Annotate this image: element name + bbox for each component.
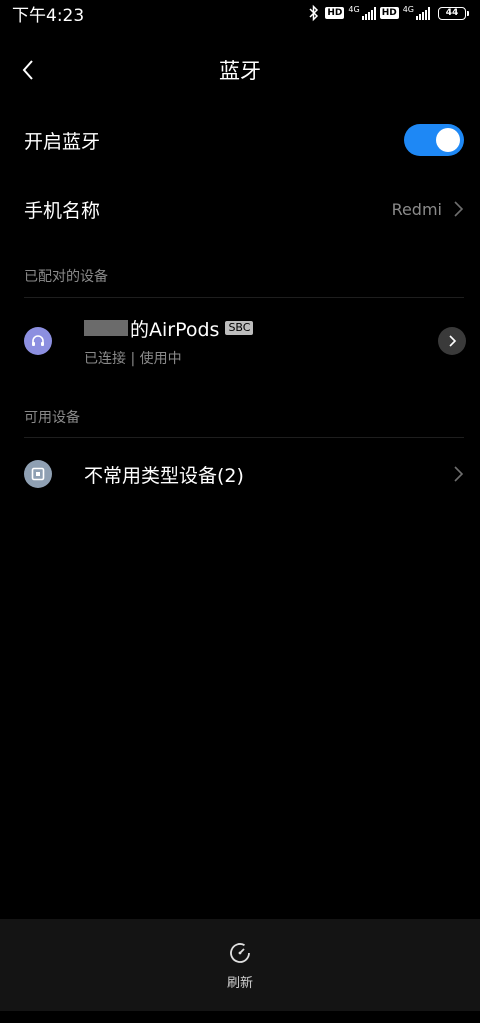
battery-icon: 44	[438, 6, 469, 20]
nav-header: 蓝牙	[0, 44, 480, 96]
bluetooth-toggle-label: 开启蓝牙	[24, 130, 101, 153]
status-icons: HD 4G HD 4G 44	[307, 4, 469, 22]
bottom-action-bar: 刷新	[0, 919, 480, 1011]
chevron-left-icon	[22, 60, 33, 80]
network-type-1: 4G	[348, 5, 360, 14]
device-glyph	[31, 467, 45, 481]
phone-name-label: 手机名称	[24, 199, 101, 222]
back-button[interactable]	[14, 56, 42, 84]
section-divider	[24, 437, 464, 438]
battery-level: 44	[445, 8, 459, 18]
signal-strength-icon-1	[361, 6, 376, 20]
chevron-right-icon	[449, 335, 457, 347]
hd-badge-2: HD	[379, 7, 399, 19]
chevron-right-icon	[454, 201, 464, 217]
toggle-knob	[436, 128, 460, 152]
refresh-label: 刷新	[226, 975, 253, 991]
refresh-icon	[230, 942, 250, 963]
paired-device-name-line: 的AirPods SBC	[84, 315, 438, 342]
bluetooth-settings-screen: 下午4:23 HD 4G HD 4G 44 蓝牙 开启蓝牙 手机名称 Redmi…	[0, 0, 480, 1023]
network-type-2: 4G	[402, 5, 414, 14]
page-title: 蓝牙	[219, 59, 261, 83]
section-divider	[24, 297, 464, 298]
device-icon	[24, 460, 52, 488]
paired-device-text: 的AirPods SBC 已连接 | 使用中	[84, 315, 438, 368]
available-devices-section-title: 可用设备	[24, 410, 80, 426]
paired-device-name: 的AirPods	[130, 318, 220, 341]
available-device-row[interactable]: 不常用类型设备(2)	[0, 448, 480, 500]
chevron-right-icon	[454, 466, 464, 482]
phone-name-value: Redmi	[391, 199, 442, 219]
paired-device-row[interactable]: 的AirPods SBC 已连接 | 使用中	[0, 310, 480, 372]
status-bar: 下午4:23 HD 4G HD 4G 44	[0, 0, 480, 26]
bluetooth-toggle-row[interactable]: 开启蓝牙	[0, 114, 480, 166]
bluetooth-status-icon	[309, 4, 319, 22]
headset-glyph	[32, 335, 44, 346]
hd-badge-1: HD	[325, 7, 345, 19]
redacted-owner-name	[84, 320, 128, 336]
signal-strength-icon-2	[416, 6, 430, 20]
paired-devices-section-title: 已配对的设备	[24, 269, 108, 285]
bluetooth-toggle-switch[interactable]	[404, 124, 464, 156]
available-device-name: 不常用类型设备(2)	[84, 464, 244, 487]
phone-name-row[interactable]: 手机名称 Redmi	[0, 182, 480, 236]
status-time: 下午4:23	[12, 5, 85, 26]
headset-icon	[24, 327, 52, 355]
paired-device-status: 已连接 | 使用中	[84, 350, 182, 367]
refresh-button[interactable]: 刷新	[227, 940, 253, 991]
device-details-button[interactable]	[438, 327, 466, 355]
codec-badge: SBC	[225, 321, 254, 335]
